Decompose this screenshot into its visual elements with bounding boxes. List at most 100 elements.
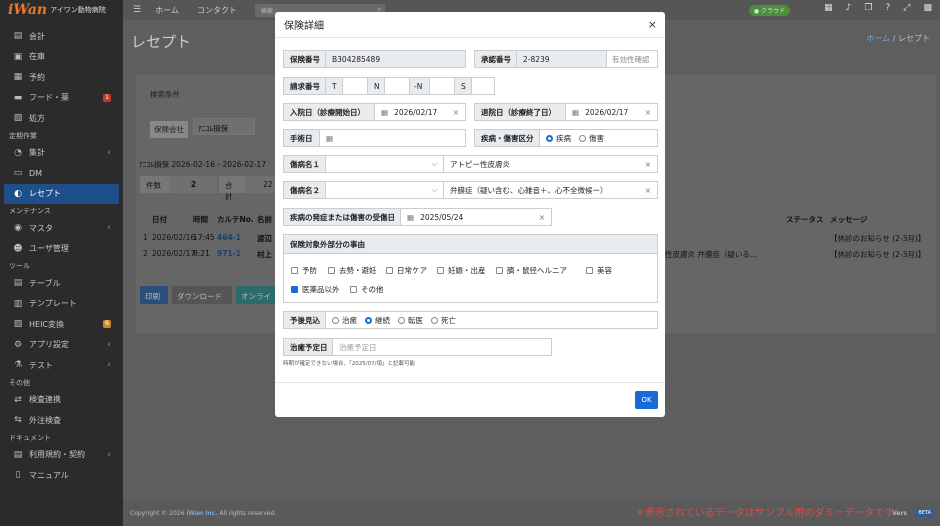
hamburger-icon[interactable]: ☰ [133, 5, 141, 15]
sidebar-item-lab-link[interactable]: ⇄ 検査連携 [0, 390, 123, 411]
sidebar-item-kaikei[interactable]: ▤ 会計 [0, 26, 123, 47]
sidebar-item-template[interactable]: ▥ テンプレート [0, 294, 123, 315]
insurer-select[interactable]: ｱﾆｺﾑ損保 [193, 118, 255, 135]
fullscreen-icon[interactable]: ⤢ [903, 3, 910, 13]
sidebar-item-test[interactable]: ⚗ テスト ‹ [0, 355, 123, 376]
checkbox[interactable] [437, 267, 444, 274]
company-name: iWan Inc. [186, 509, 218, 517]
radio-transfer[interactable] [398, 316, 405, 324]
diag1-input[interactable]: アトピー性皮膚炎 × [443, 155, 658, 173]
clear-icon[interactable]: × [645, 160, 651, 169]
radio-disease-label: 疾病 [556, 133, 571, 143]
sidebar-item-zaiko[interactable]: ▣ 在庫 [0, 47, 123, 68]
checkbox[interactable] [386, 267, 393, 274]
bell-icon[interactable]: ♪ [846, 3, 852, 13]
claim-t-input[interactable] [342, 77, 368, 95]
sidebar-item-app-settings[interactable]: ⚙ アプリ設定 ‹ [0, 335, 123, 356]
sidebar-item-label: マニュアル [29, 470, 69, 480]
sidebar-item-dm[interactable]: ▭ DM [0, 163, 123, 184]
reason-kyosei[interactable]: 去勢・避妊 [328, 265, 377, 276]
discharge-date-input[interactable]: ▦ 2026/02/17 × [565, 103, 658, 121]
sidebar-item-label: 検査連携 [29, 395, 61, 405]
insurance-detail-modal: 保険詳細 × 保険番号 B304285489 承認番号 2-8239 有効性確認… [275, 12, 665, 417]
col-time: 時間 [193, 215, 208, 224]
diag2-select[interactable]: ⌵ [325, 181, 444, 199]
nav-contact[interactable]: コンタクト [197, 5, 237, 16]
sidebar-item-terms[interactable]: ▤ 利用規約・契約 ‹ [0, 445, 123, 466]
reason-nichijo[interactable]: 日常ケア [386, 265, 427, 276]
claim-dash-n-input[interactable] [429, 77, 455, 95]
sidebar-item-table[interactable]: ▤ テーブル [0, 273, 123, 294]
sidebar-item-label: テスト [29, 360, 53, 370]
verify-button[interactable]: 有効性確認 [606, 50, 658, 68]
onset-date-input[interactable]: ▦ 2025/05/24 × [400, 208, 552, 226]
approval-number-field[interactable]: 2-8239 [516, 50, 607, 68]
reason-label: 去勢・避妊 [339, 266, 377, 275]
claim-n-input[interactable] [384, 77, 410, 95]
radio-death[interactable] [431, 316, 438, 324]
breadcrumb-home[interactable]: ホーム [866, 34, 890, 43]
reason-biyou[interactable]: 美容 [586, 265, 612, 276]
checkbox[interactable] [586, 267, 593, 274]
reason-label: 美容 [597, 266, 612, 275]
surgery-date-input[interactable]: ▦ [319, 129, 466, 147]
radio-cured[interactable] [332, 316, 339, 324]
row-karte-link[interactable]: 464-1 [217, 233, 241, 242]
rights: All rights reserved. [219, 509, 277, 517]
sidebar-item-shoho[interactable]: ▧ 処方 [0, 108, 123, 129]
clear-icon[interactable]: × [645, 186, 651, 195]
row-karte-link[interactable]: 971-1 [217, 249, 241, 258]
checkbox-checked[interactable] [291, 286, 298, 293]
grid-icon[interactable]: ▦ [824, 3, 833, 13]
checkbox[interactable] [496, 267, 503, 274]
reason-label: 予防 [302, 266, 317, 275]
sidebar-item-outsource[interactable]: ⇆ 外注検査 [0, 410, 123, 431]
gear-icon: ⚙ [13, 339, 23, 350]
sidebar-item-shukei[interactable]: ◔ 集計 ‹ [0, 143, 123, 164]
reason-ninshin[interactable]: 妊娠・出産 [437, 265, 486, 276]
sidebar-item-manual[interactable]: ▯ マニュアル [0, 465, 123, 486]
diag1-label: 傷病名１ [283, 155, 326, 173]
nav-home[interactable]: ホーム [155, 5, 179, 16]
checkbox[interactable] [291, 267, 298, 274]
diag2-input[interactable]: 弁膜症（疑い含む、心雑音＋、心不全微候ー） × [443, 181, 658, 199]
checkbox[interactable] [328, 267, 335, 274]
cure-date-input[interactable]: 治癒予定日 [332, 338, 552, 356]
sidebar-item-users[interactable]: ☻ ユーザ管理 [0, 239, 123, 260]
close-icon[interactable]: × [648, 18, 657, 31]
diag1-select[interactable]: ⌵ [325, 155, 444, 173]
brand[interactable]: iWan アイワン動物病院 [0, 0, 123, 20]
sidebar-item-label: HEIC変換 [29, 319, 65, 329]
clear-icon[interactable]: × [645, 108, 651, 117]
clear-icon[interactable]: × [453, 108, 459, 117]
help-icon[interactable]: ? [886, 3, 891, 13]
clear-icon[interactable]: × [539, 213, 545, 222]
sidebar-item-yoyaku[interactable]: ▦ 予約 [0, 67, 123, 88]
breadcrumb: ホーム / レセプト [866, 33, 930, 44]
sidebar-item-heic[interactable]: ▨ HEIC変換 6 [0, 314, 123, 335]
admission-date-input[interactable]: ▦ 2026/02/17 × [374, 103, 466, 121]
diag2-label: 傷病名２ [283, 181, 326, 199]
download-button[interactable]: ダウンロード [172, 286, 232, 304]
checkbox[interactable] [350, 286, 357, 293]
online-button[interactable]: オンライ [236, 286, 276, 304]
reason-hernia[interactable]: 臍・鼠径ヘルニア [496, 265, 567, 276]
reason-other[interactable]: その他 [350, 284, 384, 295]
radio-injury[interactable] [579, 134, 586, 142]
sidebar-item-master[interactable]: ◉ マスタ ‹ [0, 218, 123, 239]
radio-disease[interactable] [546, 134, 553, 142]
policy-number-field[interactable]: B304285489 [325, 50, 466, 68]
sidebar-item-food[interactable]: ▬ フード・薬 1 [0, 88, 123, 109]
ok-button[interactable]: OK [635, 391, 658, 409]
reason-yobou[interactable]: 予防 [291, 265, 317, 276]
print-button[interactable]: 印刷 [140, 286, 168, 304]
reason-non-drug[interactable]: 医薬品以外 [291, 284, 340, 295]
sidebar-item-receipt[interactable]: ◐ レセプト [4, 183, 119, 204]
template-icon: ▥ [13, 298, 23, 309]
copy-icon[interactable]: ❐ [864, 3, 872, 13]
claim-s-input[interactable] [471, 77, 495, 95]
row-message: 【休診のお知らせ (2-3月)】 [830, 250, 926, 259]
radio-continue[interactable] [365, 316, 372, 324]
apps-icon[interactable]: ▩ [923, 3, 932, 13]
claim-prefix-s: S [454, 77, 472, 95]
